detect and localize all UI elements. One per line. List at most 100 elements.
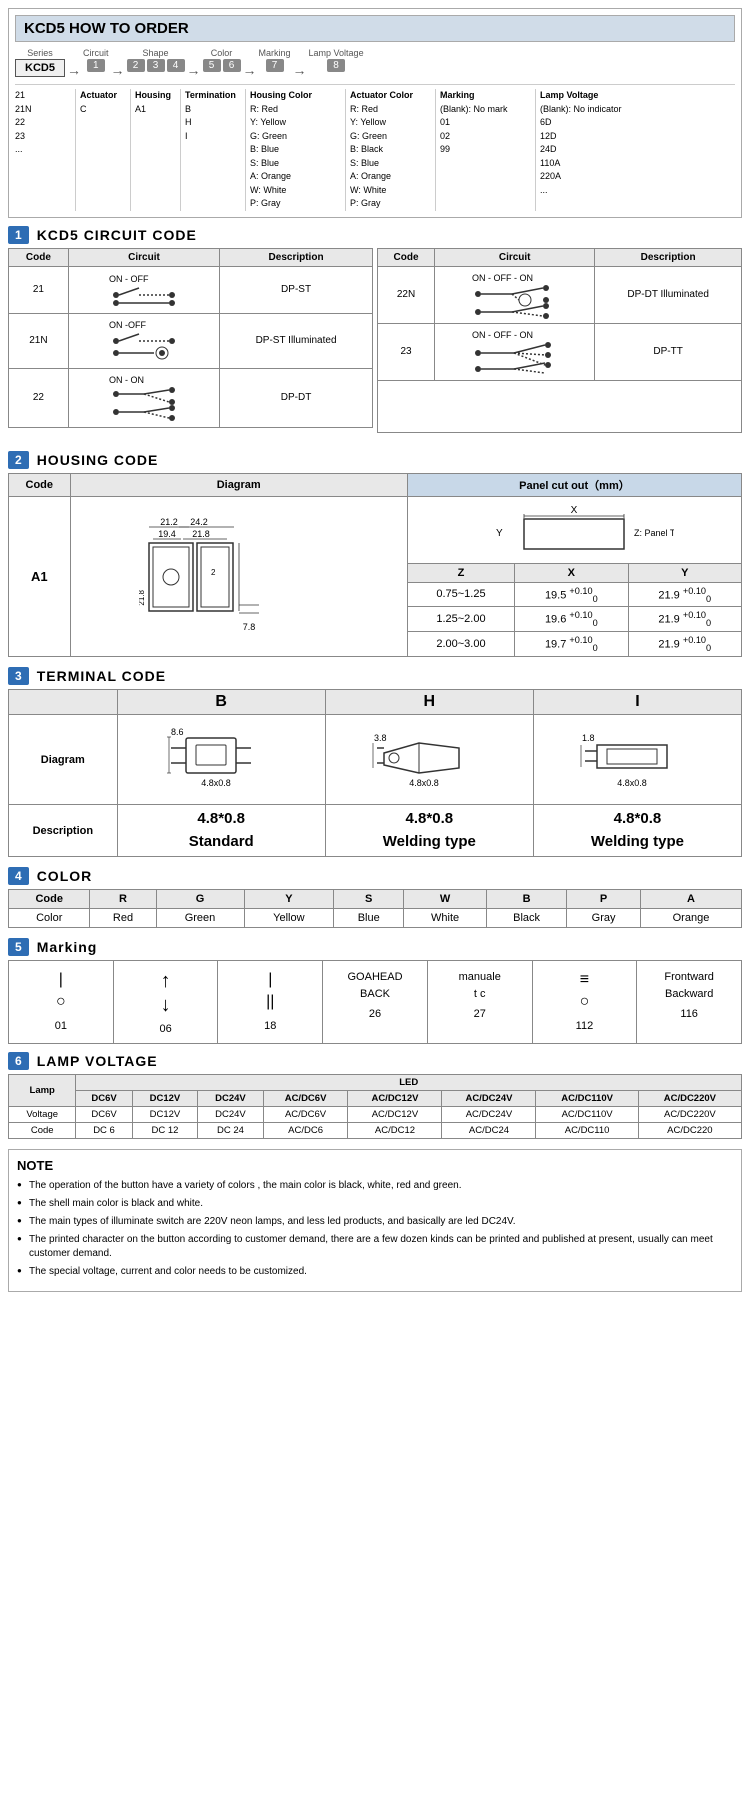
lamp-voltage-row-dc24v: DC24V xyxy=(198,1107,264,1123)
marking-cell-112: ≡○ 112 xyxy=(533,961,638,1043)
marking-group: Marking 7 xyxy=(259,48,291,72)
circuit-col-circuit-r: Circuit xyxy=(435,248,595,266)
circuit-row-22n: 22N ON - OFF - ON xyxy=(378,266,742,323)
housing-z-3: 2.00~3.00 xyxy=(407,632,514,657)
color-label: Color xyxy=(211,48,233,58)
svg-text:7.8: 7.8 xyxy=(242,622,255,632)
marking-table-wrapper: |○ 01 ↑↓ 06 ||| 18 GOAHEADBACK 26 xyxy=(8,960,742,1044)
terminal-section-num: 3 xyxy=(8,667,29,685)
circuit-col-code-l: Code xyxy=(9,248,69,266)
circuit-svg-22: ON - ON xyxy=(104,372,184,424)
lamp-row-code-label: Code xyxy=(9,1123,76,1139)
svg-text:21.8: 21.8 xyxy=(192,529,210,539)
lamp-voltage-detail-vals: (Blank): No indicator 6D 12D 24D 110A 22… xyxy=(540,103,645,198)
housing-detail-label: Housing xyxy=(135,89,180,103)
color-header-code: Code xyxy=(9,890,90,909)
housing-y-1: 21.9 +0.100 xyxy=(628,582,741,607)
lamp-col-lamp: Lamp xyxy=(9,1075,76,1107)
pos5: 5 xyxy=(203,59,221,72)
lamp-voltage-detail: Lamp Voltage (Blank): No indicator 6D 12… xyxy=(535,89,645,211)
marking-symbol-27: manualet c xyxy=(432,969,528,1002)
lamp-table: Lamp LED DC6V DC12V DC24V AC/DC6V AC/DC1… xyxy=(8,1074,742,1139)
pos2: 2 xyxy=(127,59,145,72)
circuit-detail: 21 21N 22 23 ... xyxy=(15,89,75,211)
terminal-section-title: TERMINAL CODE xyxy=(37,668,166,684)
circuit-label: Circuit xyxy=(83,48,109,58)
arrow1: → xyxy=(65,62,83,78)
marking-symbol-112: ≡○ xyxy=(537,969,633,1014)
lamp-code-dc12: DC 12 xyxy=(132,1123,198,1139)
terminal-i-svg: 4.8x0.8 1.8 xyxy=(577,723,697,793)
terminal-diagram-label: Diagram xyxy=(9,715,118,805)
circuit-desc-22: DP-DT xyxy=(220,368,373,427)
circuit-col-code-r: Code xyxy=(378,248,435,266)
how-to-order-title: KCD5 HOW TO ORDER xyxy=(15,15,735,42)
pos1: 1 xyxy=(87,59,105,72)
marking-detail: Marking (Blank): No mark 01 02 99 xyxy=(435,89,535,211)
note-item-4: The printed character on the button acco… xyxy=(17,1233,733,1261)
terminal-h-svg: 4.8x0.8 3.8 xyxy=(369,723,489,793)
termination-detail-label: Termination xyxy=(185,89,245,103)
termination-detail: Termination B H I xyxy=(180,89,245,211)
svg-text:ON - OFF - ON: ON - OFF - ON xyxy=(472,273,533,283)
circuit-svg-22n: ON - OFF - ON xyxy=(470,270,560,320)
lamp-code-acdc110: AC/DC110 xyxy=(536,1123,638,1139)
circuit-desc-21n: DP-ST Illuminated xyxy=(220,313,373,368)
circuit-section-num: 1 xyxy=(8,226,29,244)
terminal-col-b: B xyxy=(117,690,325,715)
lamp-code-dc24: DC 24 xyxy=(198,1123,264,1139)
circuit-section-header: 1 KCD5 CIRCUIT CODE xyxy=(8,226,742,244)
lamp-voltage-dc6v: DC6V xyxy=(76,1091,132,1107)
terminal-diagram-b: 8.6 4.8x0.8 xyxy=(117,715,325,805)
svg-text:1.8: 1.8 xyxy=(582,733,595,743)
color-header-b: B xyxy=(486,890,566,909)
circuit-table-right: Code Circuit Description 22N ON - OFF - … xyxy=(377,248,742,443)
housing-x-2: 19.6 +0.100 xyxy=(515,607,628,632)
circuit-diagram-22: ON - ON xyxy=(68,368,219,427)
color-yellow: Yellow xyxy=(244,909,334,928)
color-red: Red xyxy=(90,909,156,928)
note-item-2: The shell main color is black and white. xyxy=(17,1197,733,1211)
housing-col-z: Z xyxy=(407,563,514,582)
svg-text:4.8x0.8: 4.8x0.8 xyxy=(618,778,648,788)
housing-color-label: Housing Color xyxy=(250,89,345,103)
lamp-voltage-acdc6v: AC/DC6V xyxy=(263,1091,348,1107)
housing-col-panel: Panel cut out（mm） xyxy=(407,473,741,496)
svg-text:21.2: 21.2 xyxy=(160,517,178,527)
housing-col-code: Code xyxy=(9,473,71,496)
marking-cell-27: manualet c 27 xyxy=(428,961,533,1043)
lamp-voltage-row-acdc6v: AC/DC6V xyxy=(263,1107,348,1123)
note-section: NOTE The operation of the button have a … xyxy=(8,1149,742,1292)
circuit-code-23: 23 xyxy=(378,323,435,380)
color-orange: Orange xyxy=(640,909,741,928)
circuit-diagram-21n: ON -OFF xyxy=(68,313,219,368)
marking-symbol-01: |○ xyxy=(13,969,109,1014)
note-item-1: The operation of the button have a varie… xyxy=(17,1179,733,1193)
housing-color-vals: R: Red Y: Yellow G: Green B: Blue S: Blu… xyxy=(250,103,345,211)
circuit-row-22: 22 ON - ON xyxy=(9,368,373,427)
housing-y-2: 21.9 +0.100 xyxy=(628,607,741,632)
color-blue: Blue xyxy=(334,909,404,928)
actuator-detail-val: C xyxy=(80,103,130,117)
circuit-row-23: 23 ON - OFF - ON xyxy=(378,323,742,380)
color-header-s: S xyxy=(334,890,404,909)
circuit-col-desc-r: Description xyxy=(595,248,742,266)
svg-text:8.6: 8.6 xyxy=(171,727,184,737)
shape-label: Shape xyxy=(143,48,169,58)
terminal-desc-i: 4.8*0.8Welding type xyxy=(533,805,741,857)
terminal-desc-label: Description xyxy=(9,805,118,857)
circuit-diagram-23: ON - OFF - ON xyxy=(435,323,595,380)
lamp-section-header: 6 LAMP VOLTAGE xyxy=(8,1052,742,1070)
svg-text:ON - ON: ON - ON xyxy=(109,375,144,385)
housing-x-1: 19.5 +0.100 xyxy=(515,582,628,607)
color-row-label: Color xyxy=(9,909,90,928)
color-black: Black xyxy=(486,909,566,928)
housing-x-3: 19.7 +0.100 xyxy=(515,632,628,657)
circuit-row-empty xyxy=(378,380,742,432)
color-header-g: G xyxy=(156,890,244,909)
pos8: 8 xyxy=(327,59,345,72)
lamp-col-led: LED xyxy=(76,1075,742,1091)
svg-text:Z: Panel Thickness: Z: Panel Thickness xyxy=(634,528,674,538)
housing-section-num: 2 xyxy=(8,451,29,469)
note-title: NOTE xyxy=(17,1158,733,1173)
